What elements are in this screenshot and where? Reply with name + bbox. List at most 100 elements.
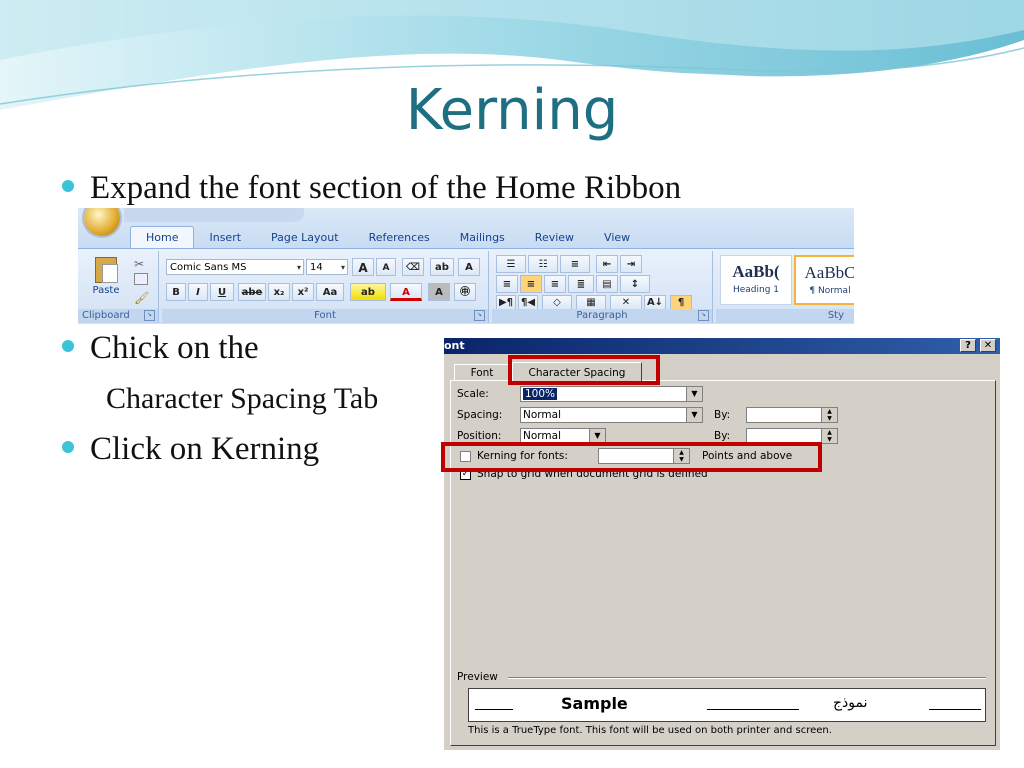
highlight-character-spacing-tab [508,355,660,385]
slide-title: Kerning [405,78,619,143]
scale-label: Scale: [457,388,489,400]
preview-sample: Sample [561,694,628,713]
preview-rule [707,709,799,710]
grow-font-button[interactable]: A [352,258,374,276]
italic-button[interactable]: I [188,283,208,301]
format-painter-icon[interactable]: 🖌 [134,291,149,305]
chevron-down-icon: ▾ [296,263,301,272]
styles-group: AaBb( Heading 1 AaBbC ¶ Normal Sty [716,251,854,323]
styles-label: Sty [827,310,844,321]
paste-button[interactable]: Paste [86,253,126,303]
bullet-2: Chick on the [62,330,259,367]
align-left-icon[interactable]: ≡ [496,275,518,293]
ribbon-tab-strip: Home Insert Page Layout References Maili… [78,208,854,248]
justify-icon[interactable]: ≣ [568,275,594,293]
align-right-icon[interactable]: ≡ [544,275,566,293]
tab-mailings[interactable]: Mailings [445,228,520,248]
distributed-icon[interactable]: ▤ [596,275,618,293]
ribbon-tabs: Home Insert Page Layout References Maili… [130,226,645,248]
chevron-down-icon: ▾ [340,263,345,272]
underline-button[interactable]: U [210,283,234,301]
sort-icon[interactable]: A↓ [644,295,666,310]
style-name: Heading 1 [732,285,780,295]
clipboard-label: Clipboard [82,310,130,321]
style-preview: AaBb( [732,262,780,281]
character-border-icon[interactable]: A [458,258,480,276]
style-normal[interactable]: AaBbC ¶ Normal [794,255,854,305]
dialog-titlebar: ont ? ✕ [444,338,1000,354]
tab-references[interactable]: References [354,228,445,248]
bold-button[interactable]: B [166,283,186,301]
clear-formatting-icon[interactable]: ⌫ [402,258,424,276]
preview-rule [929,709,981,710]
font-name-value: Comic Sans MS [170,262,247,273]
sub-bullet-text: Character Spacing Tab [106,382,379,415]
strikethrough-button[interactable]: abe [238,283,266,301]
tab-page-layout[interactable]: Page Layout [256,228,354,248]
office-button-icon[interactable] [84,208,120,236]
tab-review[interactable]: Review [520,228,589,248]
spacing-select[interactable]: Normal ▼ [520,407,703,423]
preview-rule [475,709,513,710]
bullet-dot-icon [62,340,74,353]
line-spacing-icon[interactable]: ↕ [620,275,650,293]
tab-insert[interactable]: Insert [194,228,256,248]
scale-value: 100% [523,388,558,400]
bullet-2-text: Chick on the [90,330,259,366]
font-size-field[interactable]: 14 ▾ [306,259,348,275]
spinner-icon: ▲ ▼ [821,408,837,422]
style-heading-1[interactable]: AaBb( Heading 1 [720,255,792,305]
styles-group-label: Sty [716,309,854,323]
paragraph-group: ☰ ☷ ≡ ⇤ ⇥ ≡ ≡ ≡ ≣ ▤ ↕ ▶¶ ¶◀ ◇ ▦ ✕ A↓ ¶ P… [492,251,713,323]
rtl-icon[interactable]: ¶◀ [518,295,538,310]
bullets-icon[interactable]: ☰ [496,255,526,273]
bullet-3: Click on Kerning [62,431,319,468]
character-shading-icon[interactable]: A [428,283,450,301]
paragraph-launcher-icon[interactable]: ↘ [698,310,709,321]
numbering-icon[interactable]: ☷ [528,255,558,273]
paragraph-group-label: Paragraph [492,309,712,323]
borders-icon[interactable]: ▦ [576,295,606,310]
shading-icon[interactable]: ◇ [542,295,572,310]
spinner-icon: ▲ ▼ [821,429,837,443]
change-case-button[interactable]: Aa [316,283,344,301]
cut-icon[interactable]: ✂ [134,257,144,271]
multilevel-list-icon[interactable]: ≡ [560,255,590,273]
font-group: Comic Sans MS ▾ 14 ▾ A A ⌫ ab A B I U abe … [162,251,489,323]
preview-arabic-sample: نموذج [833,695,868,711]
scale-select[interactable]: 100% ▼ [520,386,703,402]
font-group-label: Font [162,309,488,323]
ltr-icon[interactable]: ▶¶ [496,295,516,310]
tab-view[interactable]: View [589,228,645,248]
clipboard-group: Paste ✂ 🖌 Clipboard ↘ [78,251,159,323]
font-launcher-icon[interactable]: ↘ [474,310,485,321]
decrease-indent-icon[interactable]: ⇤ [596,255,618,273]
tab-home[interactable]: Home [130,226,195,248]
increase-indent-icon[interactable]: ⇥ [620,255,642,273]
close-button[interactable]: ✕ [980,339,996,352]
show-hide-icon[interactable]: ¶ [670,295,692,310]
dialog-title: ont [444,339,465,352]
font-size-value: 14 [310,262,323,273]
superscript-button[interactable]: x² [292,283,314,301]
spacing-by-input[interactable]: ▲ ▼ [746,407,838,423]
help-button[interactable]: ? [960,339,976,352]
spacing-label: Spacing: [457,409,503,421]
tab-font[interactable]: Font [454,364,510,381]
asian-layout-icon[interactable]: ✕ [610,295,642,310]
highlight-kerning-option [441,442,822,472]
copy-icon[interactable] [134,273,148,285]
chevron-down-icon: ▼ [686,408,702,422]
chevron-down-icon: ▼ [686,387,702,401]
ribbon-body: Paste ✂ 🖌 Clipboard ↘ Comic Sans MS ▾ 14 ▾… [78,248,854,324]
subscript-button[interactable]: x₂ [268,283,290,301]
clipboard-launcher-icon[interactable]: ↘ [144,310,155,321]
align-center-icon[interactable]: ≡ [520,275,542,293]
paste-icon [95,257,118,283]
shrink-font-button[interactable]: A [376,258,396,276]
phonetic-guide-icon[interactable]: ab [430,258,454,276]
highlight-color-icon[interactable]: ab [350,283,386,301]
enclose-characters-icon[interactable]: ㊥ [454,283,476,301]
font-color-icon[interactable]: A [390,283,422,301]
font-name-field[interactable]: Comic Sans MS ▾ [166,259,304,275]
